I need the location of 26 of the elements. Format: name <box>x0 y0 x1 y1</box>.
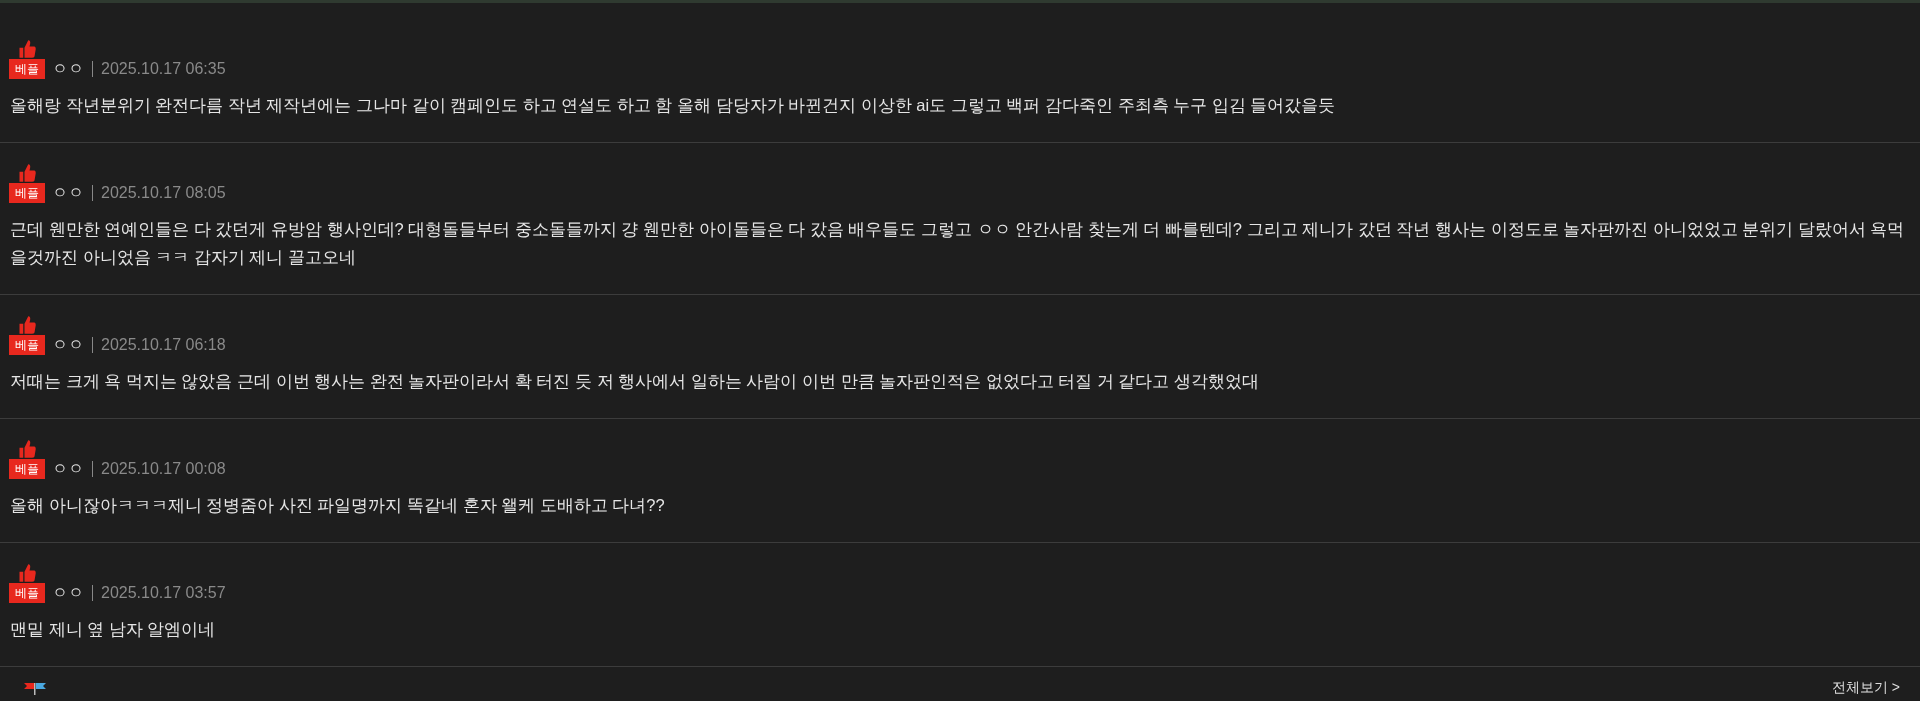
view-all-link[interactable]: 전체보기 > <box>1831 679 1900 695</box>
author-name: ㅇㅇ <box>52 59 84 79</box>
best-badge: 베플 <box>9 459 45 479</box>
comment-text: 근데 웬만한 연예인들은 다 갔던게 유방암 행사인데? 대형돌들부터 중소돌들까지 걍 웬만한 아이돌들은 다 갔음 배우들도 그렇고 ㅇㅇ 안간사람 찾는게 더 빠를텐데? 그리고 제니가 갔던 작년 행사는 이정도로 놀자판까진 아니었었고 분위기 달랐어서 욕먹을것까진 아니었음 ㅋㅋ 갑자기 제니 끌고오네 <box>10 219 1906 268</box>
thumbs-up-icon <box>17 315 37 335</box>
author-name: ㅇㅇ <box>52 583 84 603</box>
comment-date: 2025.10.17 00:08 <box>101 459 226 479</box>
author-name: ㅇㅇ <box>52 183 84 203</box>
best-badge: 베플 <box>9 583 45 603</box>
author-name: ㅇㅇ <box>52 335 84 355</box>
comment-date: 2025.10.17 08:05 <box>101 183 226 203</box>
thumbs-up-icon <box>17 163 37 183</box>
best-badge: 베플 <box>9 59 45 79</box>
comment-text: 저때는 크게 욕 먹지는 않았음 근데 이번 행사는 완전 놀자판이라서 확 터진 듯 저 행사에서 일하는 사람이 이번 만큼 놀자판인적은 없었다고 터질 거 같다고 생각했었대 <box>10 371 1261 392</box>
comment-text: 맨밑 제니 옆 남자 알엠이네 <box>10 619 217 640</box>
comment-date: 2025.10.17 06:18 <box>101 335 226 355</box>
best-badge: 베플 <box>9 335 45 355</box>
thumbs-up-icon <box>17 39 37 59</box>
thumbs-up-icon <box>17 563 37 583</box>
comment-text: 올해랑 작년분위기 완전다름 작년 제작년에는 그나마 같이 캠페인도 하고 연설도 하고 함 올해 담당자가 바뀐건지 이상한 ai도 그렇고 백퍼 감다죽인 주최측 누구 입김 들어갔을듯 <box>10 95 1337 116</box>
thumbs-up-icon <box>17 439 37 459</box>
best-badge: 베플 <box>9 183 45 203</box>
author-name: ㅇㅇ <box>52 459 84 479</box>
comment-date: 2025.10.17 06:35 <box>101 59 226 79</box>
comment-date: 2025.10.17 03:57 <box>101 583 226 603</box>
comment-text: 올해 아니잖아ㅋㅋㅋ제니 정병줌아 사진 파일명까지 똑같네 혼자 왤케 도배하고 다녀?? <box>10 495 666 516</box>
